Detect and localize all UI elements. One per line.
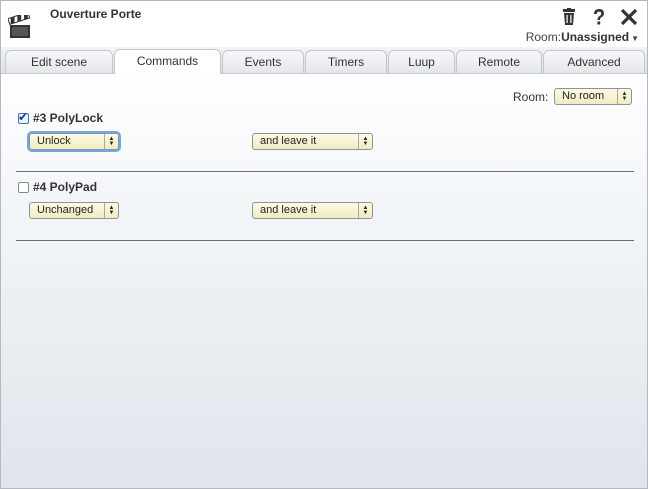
device-row: #3 PolyLock: [18, 110, 104, 125]
select-arrows-icon: ▲ ▼: [358, 134, 372, 149]
tab-luup[interactable]: Luup: [388, 50, 455, 73]
dialog-header: Ouverture Porte Room:Unassigned ▼: [1, 1, 647, 47]
device-mode-value: and leave it: [260, 135, 317, 147]
select-arrows-icon: ▲ ▼: [358, 203, 372, 218]
device-action-select[interactable]: Unchanged ▲ ▼: [29, 202, 119, 219]
device-mode-select[interactable]: and leave it ▲ ▼: [252, 133, 373, 150]
chevron-down-icon: ▼: [631, 34, 639, 43]
scene-dialog: Ouverture Porte Room:Unassigned ▼ Edit sc…: [0, 0, 648, 489]
device-mode-value: and leave it: [260, 204, 317, 216]
room-selector[interactable]: Room:Unassigned ▼: [526, 30, 639, 44]
select-arrows-icon: ▲ ▼: [104, 203, 118, 218]
device-name: #3 PolyLock: [33, 111, 104, 125]
tab-advanced[interactable]: Advanced: [543, 50, 645, 73]
select-arrows-icon: ▲ ▼: [617, 89, 631, 104]
tab-remote[interactable]: Remote: [456, 50, 542, 73]
room-filter-value: No room: [562, 90, 605, 102]
close-icon[interactable]: [619, 7, 639, 27]
device-checkbox[interactable]: [18, 181, 29, 193]
device-mode-select[interactable]: and leave it ▲ ▼: [252, 202, 373, 219]
room-label: Room:: [525, 30, 562, 44]
tab-edit-scene[interactable]: Edit scene: [5, 50, 113, 73]
tab-events[interactable]: Events: [222, 50, 304, 73]
tab-bar: Edit scene Commands Events Timers Luup R…: [1, 47, 647, 74]
help-icon[interactable]: [589, 7, 609, 27]
commands-panel: Room: No room ▲▼ #3 PolyLock Unlock ▲▼ a…: [1, 74, 647, 488]
device-checkbox[interactable]: [18, 110, 29, 124]
room-filter-label: Room:: [513, 90, 549, 104]
dialog-title: Ouverture Porte: [50, 7, 142, 21]
device-row: #4 PolyPad: [18, 180, 97, 194]
device-name: #4 PolyPad: [33, 180, 98, 194]
trash-icon[interactable]: [559, 7, 579, 27]
tab-timers[interactable]: Timers: [305, 50, 387, 73]
room-value: Unassigned: [561, 30, 630, 44]
room-filter-select[interactable]: No room ▲ ▼: [554, 88, 632, 105]
tab-commands[interactable]: Commands: [114, 49, 221, 74]
divider: [16, 171, 634, 172]
header-actions: [559, 7, 639, 27]
device-action-select[interactable]: Unlock ▲ ▼: [29, 133, 119, 150]
device-action-value: Unlock: [37, 135, 71, 147]
device-action-value: Unchanged: [37, 204, 94, 216]
select-arrows-icon: ▲ ▼: [104, 134, 118, 149]
divider: [16, 240, 634, 241]
clapperboard-icon: [7, 11, 34, 41]
